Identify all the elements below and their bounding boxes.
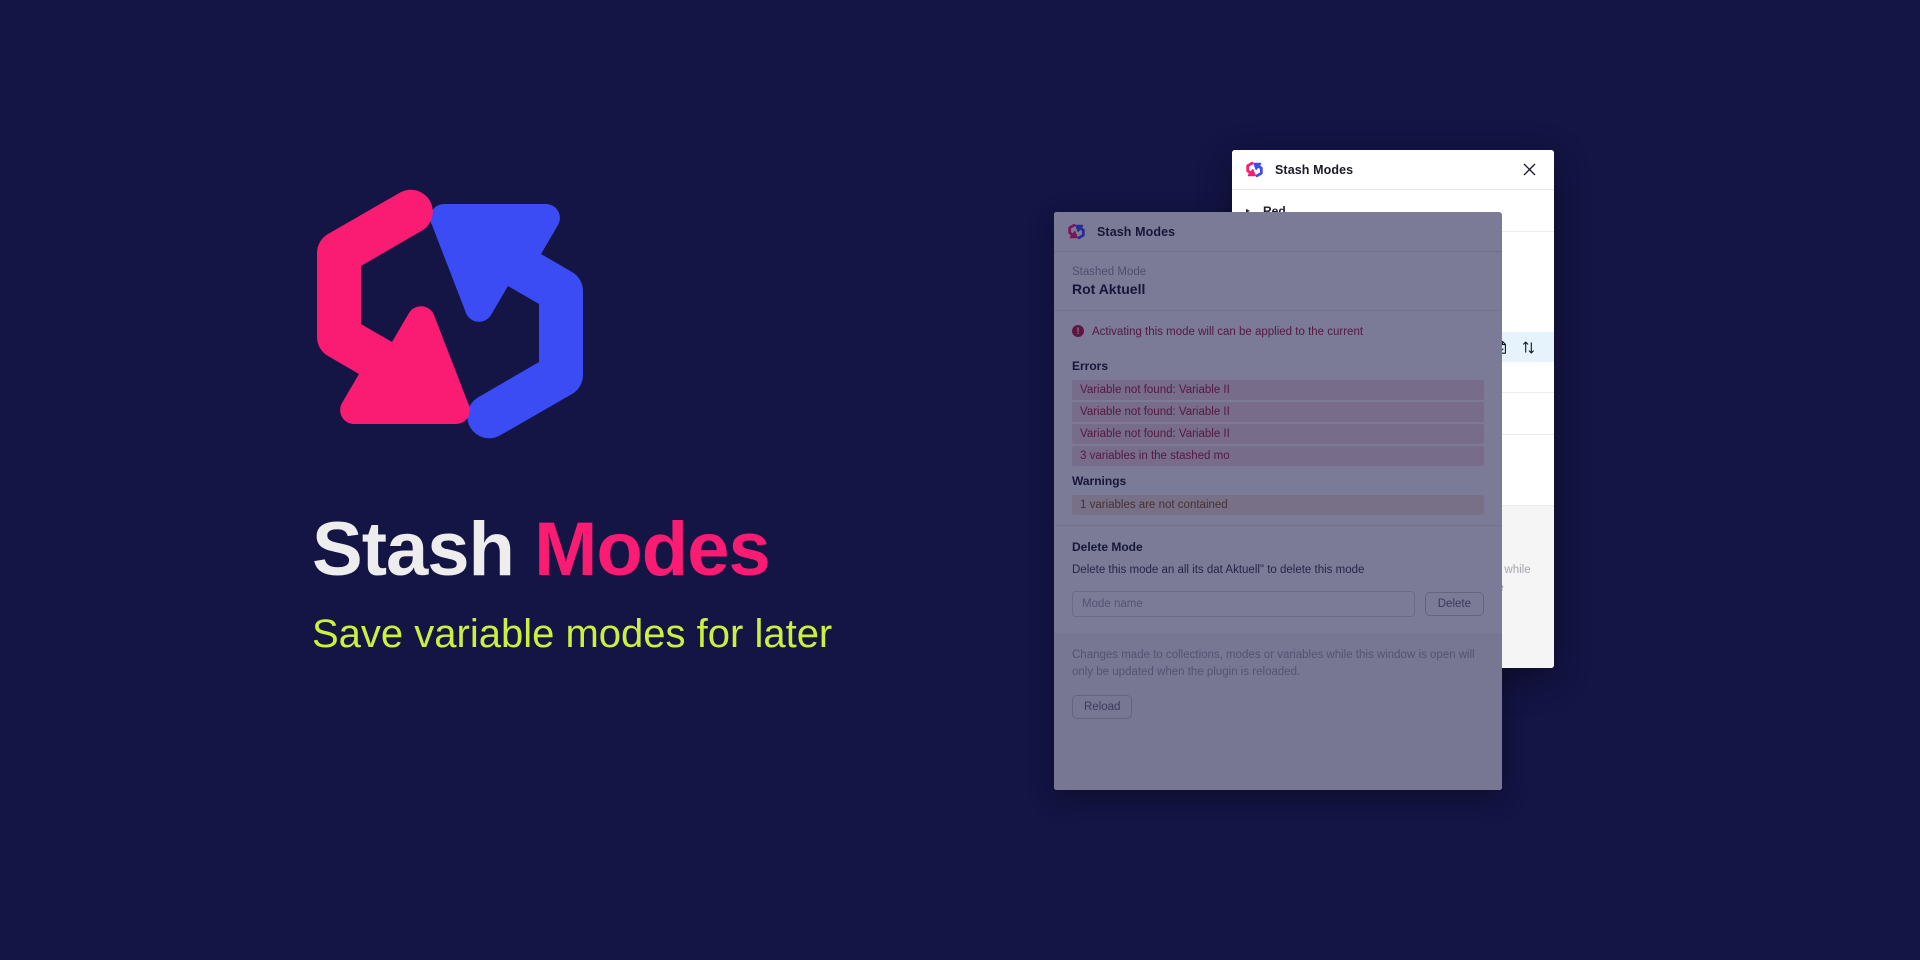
- error-item: Variable not found: Variable II: [1072, 379, 1484, 400]
- back-activation-alert: ! Activating this mode will can be appli…: [1054, 311, 1502, 353]
- swap-arrows-icon[interactable]: [1521, 340, 1536, 355]
- back-warnings-title: Warnings: [1072, 473, 1127, 488]
- back-stashed-mode-value: Rot Aktuell: [1072, 281, 1146, 297]
- hero-title-part1: Stash: [312, 507, 535, 592]
- hero-title-part2: Modes: [534, 507, 771, 592]
- error-item: 3 variables in the stashed mo: [1072, 445, 1484, 466]
- back-reload-button[interactable]: Reload: [1072, 695, 1133, 720]
- error-item: Variable not found: Variable II: [1072, 423, 1484, 444]
- close-icon[interactable]: [1518, 159, 1540, 181]
- back-stashed-mode-label: Stashed Mode: [1072, 266, 1147, 278]
- back-stashed-mode-block: Stashed Mode Rot Aktuell: [1054, 252, 1502, 311]
- delete-button[interactable]: Delete: [1424, 591, 1484, 616]
- back-footer-note: Changes made to collections, modes or va…: [1072, 648, 1475, 679]
- stash-modes-logo: [312, 188, 588, 440]
- hero-subtitle: Save variable modes for later: [312, 612, 833, 656]
- back-dialog-title: Stash Modes: [1097, 224, 1176, 239]
- error-item: Variable not found: Variable II: [1072, 401, 1484, 422]
- warning-item: 1 variables are not contained: [1072, 494, 1484, 515]
- background-stash-modes-dialog[interactable]: Stash Modes Stashed Mode Rot Aktuell ! A…: [1054, 212, 1502, 790]
- back-delete-mode-title: Delete Mode: [1072, 539, 1143, 554]
- back-errors-title: Errors: [1072, 358, 1109, 373]
- stash-modes-logo-icon: [1246, 161, 1263, 178]
- front-dialog-titlebar: Stash Modes: [1232, 150, 1554, 190]
- back-dialog-titlebar: Stash Modes: [1054, 212, 1502, 252]
- hero-section: Stash Modes Save variable modes for late…: [312, 188, 932, 660]
- front-dialog-title: Stash Modes: [1275, 162, 1354, 177]
- back-activation-alert-text: Activating this mode will can be applied…: [1092, 326, 1364, 338]
- page-root: Stash Modes Save variable modes for late…: [0, 0, 1920, 960]
- back-delete-row: Delete: [1072, 590, 1484, 617]
- back-errors-list: Variable not found: Variable II Variable…: [1054, 379, 1502, 466]
- alert-exclamation-icon: !: [1072, 325, 1084, 337]
- back-dialog-footer: Changes made to collections, modes or va…: [1054, 632, 1502, 738]
- hero-title: Stash Modes: [312, 512, 932, 588]
- back-stashed-mode-panel: Stashed Mode Rot Aktuell ! Activating th…: [1054, 252, 1502, 633]
- stash-modes-logo-icon: [1068, 223, 1085, 240]
- back-warnings-list: 1 variables are not contained: [1054, 494, 1502, 515]
- mode-name-input[interactable]: [1072, 590, 1415, 617]
- back-delete-mode-description: Delete this mode an all its dat Aktuell"…: [1072, 563, 1365, 576]
- back-delete-mode-section: Delete Mode Delete this mode an all its …: [1054, 524, 1502, 633]
